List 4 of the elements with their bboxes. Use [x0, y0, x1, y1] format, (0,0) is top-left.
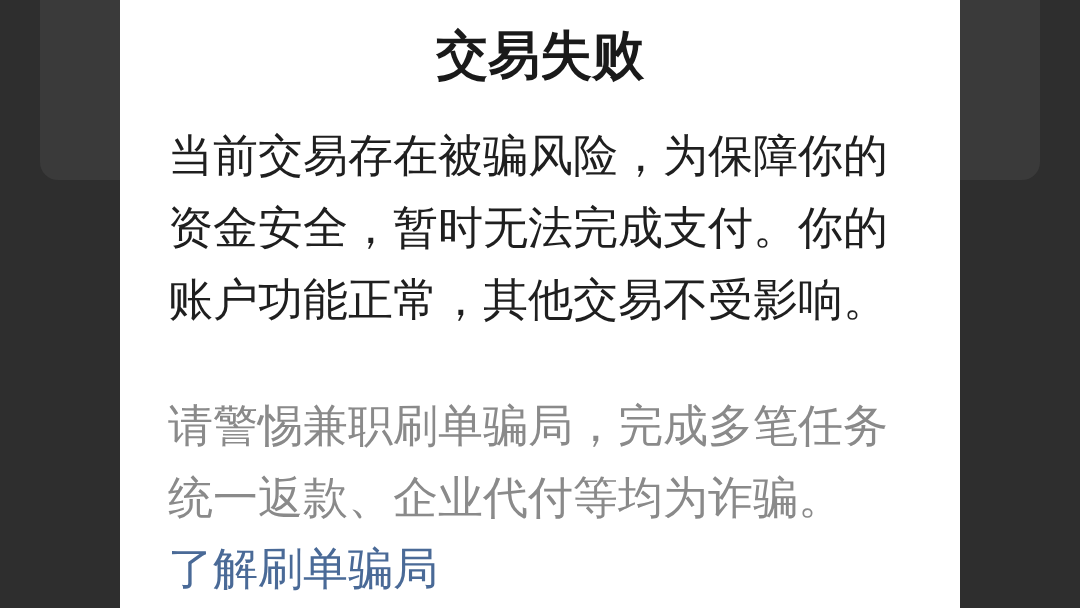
scam-info-link[interactable]: 了解刷单骗局 — [168, 534, 438, 604]
message-text: 当前交易存在被骗风险，为保障你的资金安全，暂时无法完成支付。你的账户功能正常，其他交易不受影响。 — [168, 129, 889, 327]
dialog-title: 交易失败 — [436, 24, 644, 87]
warning-text: 请警惕兼职刷单骗局，完成多笔任务统一返款、企业代付等均为诈骗。 — [168, 399, 889, 525]
